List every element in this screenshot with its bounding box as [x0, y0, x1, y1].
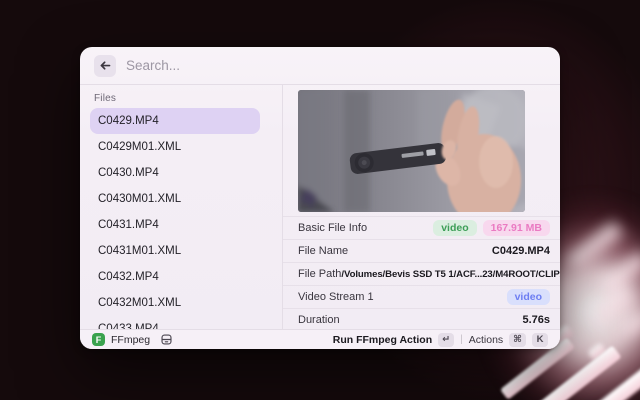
file-item[interactable]: C0431.MP4	[90, 212, 260, 238]
video-stream-row: Video Stream 1 video	[283, 285, 560, 308]
stream-type-badge: video	[507, 289, 550, 306]
file-item[interactable]: C0430M01.XML	[90, 186, 260, 212]
file-path-label: File Path	[298, 268, 341, 280]
file-path-value: /Volumes/Bevis SSD T5 1/ACF...23/M4ROOT/…	[341, 269, 560, 280]
file-item[interactable]: C0432.MP4	[90, 264, 260, 290]
file-item[interactable]: C0429M01.XML	[90, 134, 260, 160]
back-button[interactable]	[94, 55, 116, 77]
file-path-row: File Path /Volumes/Bevis SSD T5 1/ACF...…	[283, 262, 560, 285]
basic-file-info-label: Basic File Info	[298, 222, 367, 234]
k-key-badge[interactable]: K	[532, 333, 548, 347]
search-input[interactable]: Search...	[126, 58, 546, 73]
cmd-key-badge[interactable]: ⌘	[509, 333, 526, 347]
file-size-badge: 167.91 MB	[483, 220, 550, 237]
run-ffmpeg-action-button[interactable]: Run FFmpeg Action	[333, 334, 432, 346]
files-section-label: Files	[94, 93, 260, 104]
duration-label: Duration	[298, 314, 340, 326]
file-item[interactable]: C0431M01.XML	[90, 238, 260, 264]
footer-actions: Run FFmpeg Action ↵ | Actions ⌘ K	[333, 333, 548, 347]
file-info-list: Basic File Info video 167.91 MB File Nam…	[283, 216, 560, 331]
file-name-label: File Name	[298, 245, 348, 257]
footer-separator: |	[460, 334, 463, 345]
duration-row: Duration 5.76s	[283, 308, 560, 331]
arrow-left-icon	[99, 59, 112, 72]
window-body: Files C0429.MP4 C0429M01.XML C0430.MP4 C…	[80, 85, 560, 329]
file-detail-panel: Basic File Info video 167.91 MB File Nam…	[283, 85, 560, 329]
ffmpeg-logo-icon: F	[92, 333, 105, 346]
file-item[interactable]: C0432M01.XML	[90, 290, 260, 316]
enter-key-badge[interactable]: ↵	[438, 333, 454, 347]
file-name-value: C0429.MP4	[492, 245, 550, 257]
video-frame-thumbnail	[298, 90, 525, 212]
search-header: Search...	[80, 47, 560, 85]
file-item[interactable]: C0430.MP4	[90, 160, 260, 186]
disk-icon[interactable]	[160, 333, 173, 346]
file-item[interactable]: C0429.MP4	[90, 108, 260, 134]
file-item[interactable]: C0433.MP4	[90, 316, 260, 329]
file-list-panel: Files C0429.MP4 C0429M01.XML C0430.MP4 C…	[80, 85, 283, 329]
video-stream-label: Video Stream 1	[298, 291, 374, 303]
file-type-badge: video	[433, 220, 476, 237]
file-name-row: File Name C0429.MP4	[283, 239, 560, 262]
video-preview	[298, 90, 525, 212]
brand-name: FFmpeg	[111, 334, 150, 346]
basic-file-info-row: Basic File Info video 167.91 MB	[283, 216, 560, 239]
duration-value: 5.76s	[522, 314, 550, 326]
actions-menu-button[interactable]: Actions	[469, 334, 503, 346]
desktop-background: Search... Files C0429.MP4 C0429M01.XML C…	[0, 0, 640, 400]
ffmpeg-command-palette-window: Search... Files C0429.MP4 C0429M01.XML C…	[80, 47, 560, 349]
window-footer: F FFmpeg Run FFmpeg Action ↵ | Actions ⌘…	[80, 329, 560, 349]
